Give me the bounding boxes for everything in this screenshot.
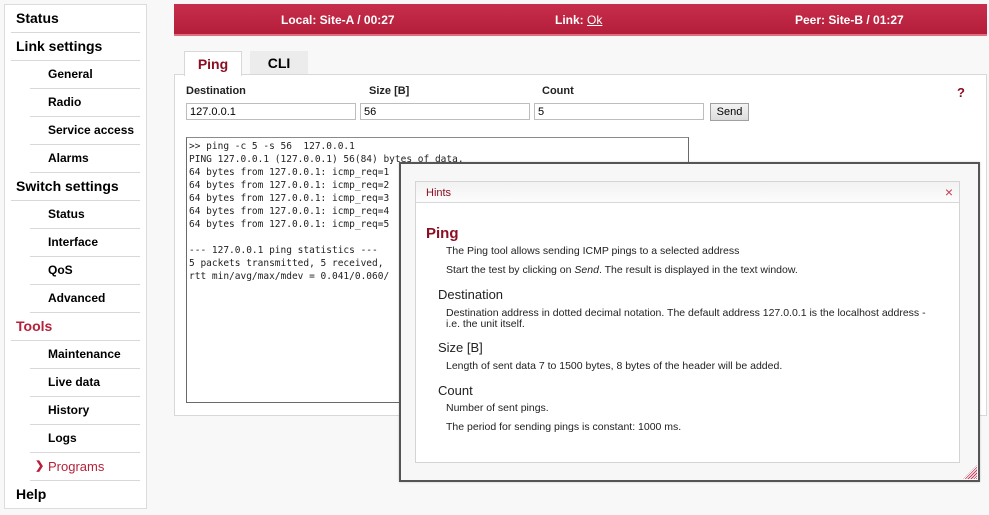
local-status: Local: Site-A / 00:27 <box>281 13 395 27</box>
count-input[interactable] <box>534 103 704 120</box>
tab-ping[interactable]: Ping <box>184 51 242 76</box>
sidebar-item-programs[interactable]: ❯ Programs <box>30 453 140 481</box>
output-line: >> ping -c 5 -s 56 127.0.0.1 <box>189 141 355 152</box>
hint-text-emphasis: Send <box>574 264 599 276</box>
link-status-ok-link[interactable]: Ok <box>587 13 602 27</box>
hint-count-text-2: The period for sending pings is constant… <box>446 421 682 433</box>
hints-title: Hints <box>426 187 452 199</box>
sidebar-group-tools[interactable]: Tools <box>11 313 140 341</box>
hint-destination-text: Destination address in dotted decimal no… <box>446 307 926 330</box>
link-status-label: Link: <box>555 13 587 27</box>
sidebar-item-service-access[interactable]: Service access <box>30 117 140 145</box>
sidebar-item-advanced[interactable]: Advanced <box>30 285 140 313</box>
help-icon[interactable]: ? <box>957 85 965 100</box>
tab-cli[interactable]: CLI <box>250 51 308 75</box>
hint-ping-text-1: The Ping tool allows sending ICMP pings … <box>446 245 740 257</box>
count-label: Count <box>542 85 574 97</box>
resize-handle[interactable] <box>963 465 977 479</box>
chevron-right-icon: ❯ <box>35 460 45 472</box>
hint-destination-heading: Destination <box>438 287 504 302</box>
status-bar: Local: Site-A / 00:27 Link: Ok Peer: Sit… <box>174 4 987 36</box>
sidebar-item-history[interactable]: History <box>30 397 140 425</box>
destination-input[interactable] <box>186 103 356 120</box>
sidebar-group-link-settings[interactable]: Link settings <box>11 33 140 61</box>
sidebar-item-general[interactable]: General <box>30 61 140 89</box>
sidebar-item-qos[interactable]: QoS <box>30 257 140 285</box>
hint-count-text-1: Number of sent pings. <box>446 402 549 414</box>
sidebar-item-switch-status[interactable]: Status <box>30 201 140 229</box>
sidebar-group-status[interactable]: Status <box>11 5 140 33</box>
size-label: Size [B] <box>369 85 410 97</box>
size-input[interactable] <box>360 103 530 120</box>
sidebar-item-radio[interactable]: Radio <box>30 89 140 117</box>
sidebar-item-logs[interactable]: Logs <box>30 425 140 453</box>
sidebar-item-alarms[interactable]: Alarms <box>30 145 140 173</box>
hints-dialog: Hints × Ping The Ping tool allows sendin… <box>399 162 980 482</box>
send-button[interactable]: Send <box>710 103 749 121</box>
link-status: Link: Ok <box>555 13 602 27</box>
hint-ping-text-2: Start the test by clicking on Send. The … <box>446 265 798 276</box>
hints-header[interactable]: Hints × <box>416 182 959 203</box>
hint-text-part: . The result is displayed in the text wi… <box>598 264 798 276</box>
sidebar-item-live-data[interactable]: Live data <box>30 369 140 397</box>
sidebar-item-interface[interactable]: Interface <box>30 229 140 257</box>
hint-ping-heading: Ping <box>426 225 459 242</box>
sidebar-item-programs-label: Programs <box>48 459 105 474</box>
close-icon[interactable]: × <box>945 184 953 200</box>
hint-count-heading: Count <box>438 383 473 398</box>
hint-size-text: Length of sent data 7 to 1500 bytes, 8 b… <box>446 360 783 372</box>
sidebar-item-maintenance[interactable]: Maintenance <box>30 341 140 369</box>
peer-status: Peer: Site-B / 01:27 <box>795 13 904 27</box>
destination-label: Destination <box>186 85 246 97</box>
hints-content: Hints × Ping The Ping tool allows sendin… <box>415 181 960 463</box>
sidebar-group-switch-settings[interactable]: Switch settings <box>11 173 140 201</box>
hint-size-heading: Size [B] <box>438 340 483 355</box>
hint-text-part: Start the test by clicking on <box>446 264 575 276</box>
sidebar-group-help[interactable]: Help <box>11 481 140 509</box>
sidebar: Status Link settings General Radio Servi… <box>4 4 147 509</box>
